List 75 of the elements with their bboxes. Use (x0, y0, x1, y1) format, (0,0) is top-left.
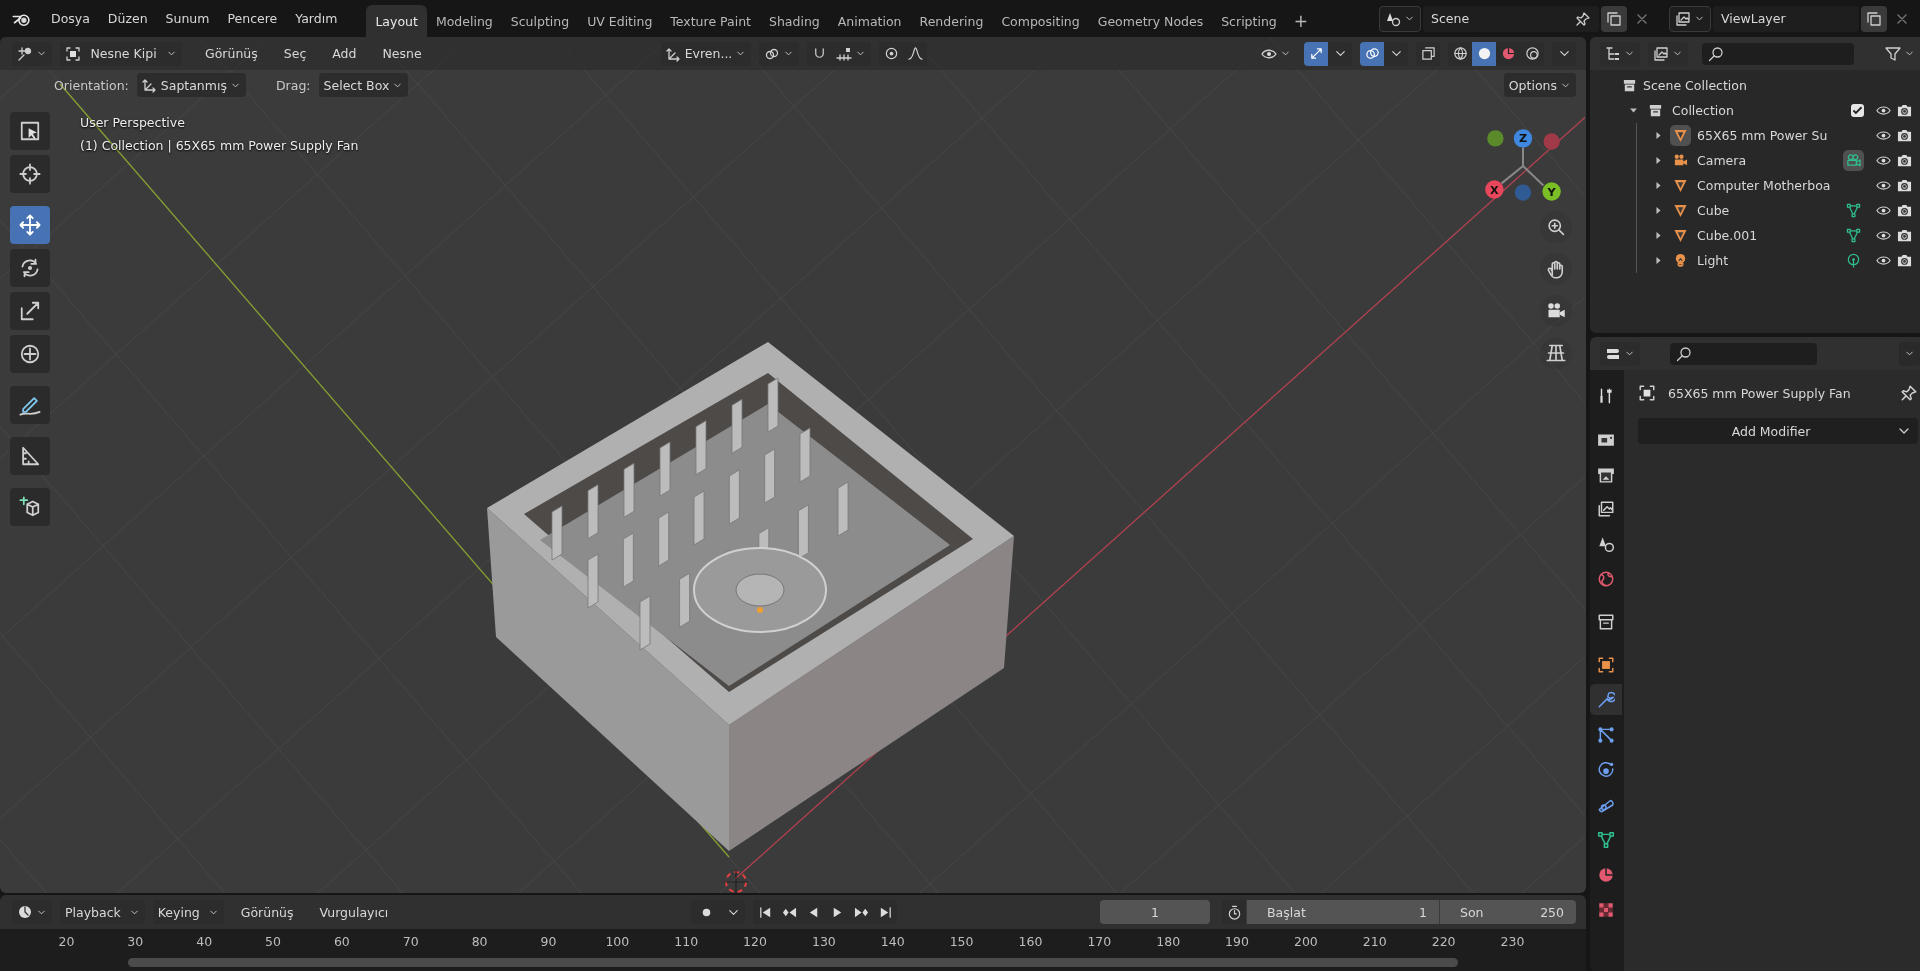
tree-item[interactable]: Cube.001 (1697, 228, 1837, 243)
frame-number: 20 (57, 934, 76, 949)
frame-number: 150 (948, 934, 975, 949)
frame-number: 230 (1499, 934, 1526, 949)
workspace-tab[interactable]: Geometry Nodes (1088, 5, 1213, 37)
frame-number: 180 (1155, 934, 1182, 949)
workspace-tab[interactable]: Texture Paint (661, 5, 760, 37)
orientation-dropdown[interactable]: Evren... (660, 41, 752, 66)
tree-item[interactable]: Cube (1697, 203, 1837, 218)
menu-dropdown[interactable]: Keying (152, 900, 224, 924)
mode-dropdown[interactable]: Nesne Kipi (60, 41, 182, 66)
menu-item[interactable]: Add (323, 42, 366, 65)
menu-item[interactable]: Seç (274, 42, 316, 65)
frame-number: 60 (332, 934, 351, 949)
frame-number: 100 (604, 934, 631, 949)
add-modifier-dropdown[interactable]: Add Modifier (1638, 418, 1918, 444)
view-name: User Perspective (80, 114, 186, 132)
workspace-tab[interactable]: UV Editing (578, 5, 662, 37)
tree-item[interactable]: Collection (1672, 103, 1845, 118)
tree-item[interactable]: Scene Collection (1643, 78, 1747, 93)
tree-item[interactable]: Computer Motherboa (1697, 178, 1837, 193)
workspace-tab[interactable]: Shading (760, 5, 829, 37)
axis-handle[interactable]: Y (1542, 182, 1561, 201)
axis-handle[interactable]: Z (1513, 129, 1533, 148)
frame-number: 200 (1292, 934, 1319, 949)
end-frame-field[interactable]: Son 250 (1439, 900, 1576, 924)
menu-item[interactable]: Sunum (156, 7, 219, 30)
3d-viewport[interactable]: Nesne Kipi Görünüş Seç Add Nesne Evren... Orientation: Saptanmış Drag: Select Box Options User Perspective (1) Collection | 65X65 mm Power Supply Fan Z X Y (0, 37, 1586, 893)
frame-number: 30 (126, 934, 145, 949)
axis-handle[interactable]: X (1485, 180, 1504, 199)
frame-number: 70 (401, 934, 420, 949)
frame-number: 80 (470, 934, 489, 949)
frame-number: 90 (539, 934, 558, 949)
frame-number: 130 (810, 934, 837, 949)
add-workspace-button[interactable]: + (1285, 5, 1317, 37)
options-dropdown[interactable]: Options (1503, 73, 1576, 97)
menu-item[interactable]: Vurgulayıcı (310, 900, 398, 924)
menu-item[interactable]: Düzen (98, 7, 157, 30)
frame-number: 210 (1361, 934, 1388, 949)
frame-number: 220 (1430, 934, 1457, 949)
workspace-tab[interactable]: Compositing (992, 5, 1089, 37)
frame-number: 120 (742, 934, 768, 949)
menu-item[interactable]: Görünüş (196, 42, 267, 65)
scene-field[interactable]: Scene (1423, 5, 1599, 32)
menu-item[interactable]: Yardım (286, 7, 347, 30)
tree-item[interactable]: Camera (1697, 153, 1837, 168)
frame-number: 50 (264, 934, 282, 949)
frame-number: 110 (673, 934, 700, 949)
frame-number: 160 (1017, 934, 1044, 949)
workspace-tab[interactable]: Layout (366, 5, 427, 37)
workspace-tab[interactable]: Modeling (426, 5, 502, 37)
view-layer-field[interactable]: ViewLayer (1713, 5, 1859, 32)
menu-item[interactable]: Pencere (218, 7, 287, 30)
object-name: 65X65 mm Power Supply Fan (1668, 385, 1852, 401)
orientation-label: Orientation: (54, 77, 129, 93)
frame-number: 190 (1224, 934, 1250, 949)
frame-number: 170 (1086, 934, 1113, 949)
frame-number: 140 (879, 934, 906, 949)
menu-item[interactable]: Görünüş (231, 900, 303, 924)
menu-dropdown[interactable]: Playback (60, 900, 145, 924)
orientation-setting[interactable]: Saptanmış (136, 73, 246, 97)
workspace-tab[interactable]: Animation (828, 5, 911, 37)
drag-label: Drag: (275, 77, 311, 93)
drag-dropdown[interactable]: Select Box (318, 73, 409, 97)
workspace-tab[interactable]: Scripting (1212, 5, 1286, 37)
tree-item[interactable]: Light (1697, 253, 1837, 268)
context-info: (1) Collection | 65X65 mm Power Supply Fan (80, 137, 359, 155)
menu-item[interactable]: Dosya (42, 7, 99, 30)
frame-number: 40 (195, 934, 214, 949)
workspace-tab[interactable]: Rendering (910, 5, 993, 37)
current-frame-field[interactable]: 1 (1100, 900, 1210, 924)
start-frame-field[interactable]: Başlat 1 (1246, 900, 1439, 924)
workspace-tab[interactable]: Sculpting (501, 5, 579, 37)
tree-item[interactable]: 65X65 mm Power Su (1697, 128, 1837, 143)
menu-item[interactable]: Nesne (373, 42, 431, 65)
